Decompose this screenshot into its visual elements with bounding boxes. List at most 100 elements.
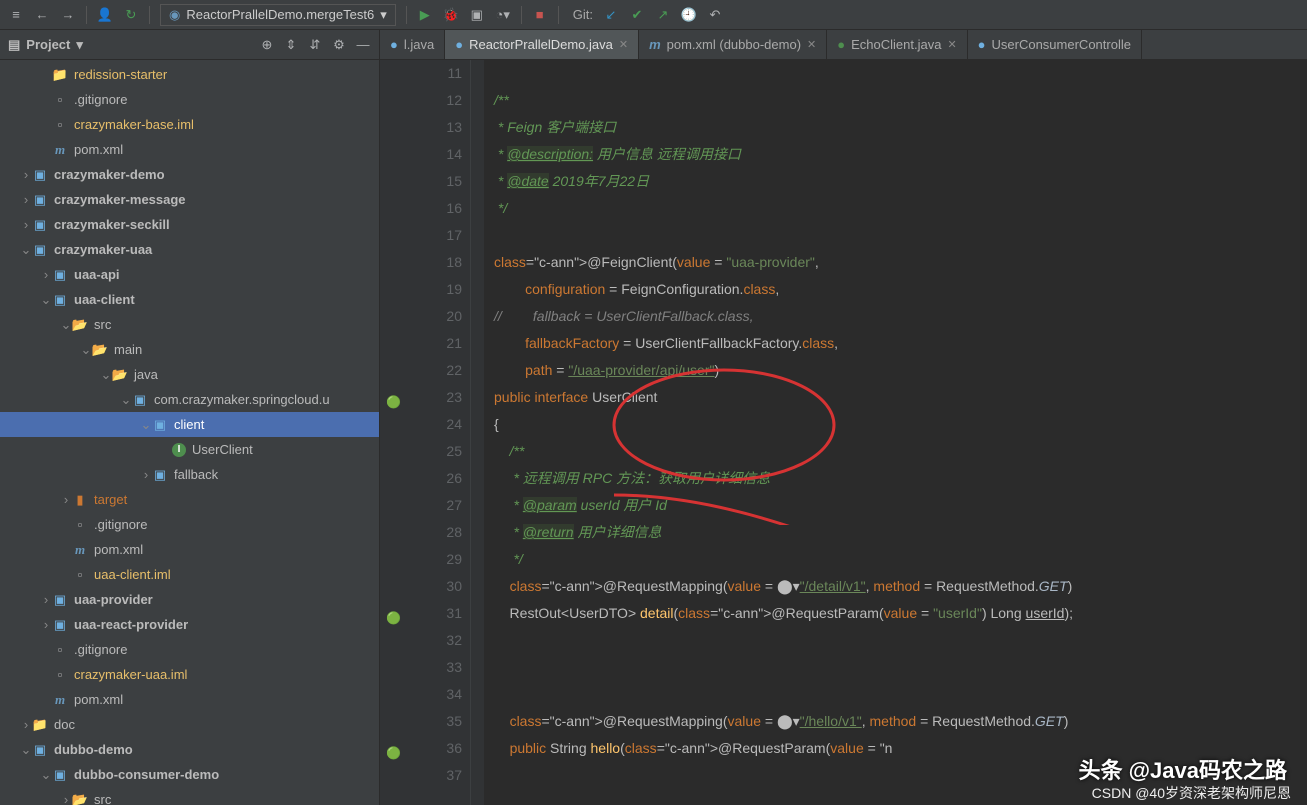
- code-line[interactable]: [494, 222, 1307, 249]
- git-commit-icon[interactable]: ✔: [629, 7, 645, 23]
- line-number[interactable]: 19: [380, 276, 462, 303]
- line-number[interactable]: 33: [380, 654, 462, 681]
- chevron-down-icon[interactable]: ▾: [76, 37, 83, 53]
- back-icon[interactable]: ←: [34, 7, 50, 23]
- tree-item[interactable]: ›📂src: [0, 787, 379, 805]
- tree-item[interactable]: ⌄▣client: [0, 412, 379, 437]
- stop-icon[interactable]: ■: [532, 7, 548, 23]
- chevron-icon[interactable]: ›: [20, 192, 32, 207]
- line-number[interactable]: 26: [380, 465, 462, 492]
- line-number[interactable]: 27: [380, 492, 462, 519]
- editor-tab[interactable]: mpom.xml (dubbo-demo)✕: [639, 30, 827, 59]
- git-history-icon[interactable]: 🕘: [681, 7, 697, 23]
- tree-item[interactable]: ›▣crazymaker-demo: [0, 162, 379, 187]
- line-number[interactable]: 35: [380, 708, 462, 735]
- chevron-icon[interactable]: ›: [60, 792, 72, 805]
- settings-icon[interactable]: ⚙: [331, 37, 347, 53]
- profile-icon[interactable]: ◔▾: [495, 7, 511, 23]
- line-number[interactable]: 18: [380, 249, 462, 276]
- expand-icon[interactable]: ⇕: [283, 37, 299, 53]
- close-icon[interactable]: ✕: [947, 38, 956, 51]
- line-number[interactable]: 29: [380, 546, 462, 573]
- tree-item[interactable]: 📁redission-starter: [0, 62, 379, 87]
- chevron-icon[interactable]: ⌄: [80, 342, 92, 358]
- line-number[interactable]: 15: [380, 168, 462, 195]
- editor-tab[interactable]: ●UserConsumerControlle: [968, 30, 1142, 59]
- tree-item[interactable]: mpom.xml: [0, 537, 379, 562]
- line-gutter[interactable]: 11121314151617181920212223🟢2425262728293…: [380, 60, 470, 805]
- code-line[interactable]: * @param userId 用户 Id: [494, 492, 1307, 519]
- code-line[interactable]: /**: [494, 87, 1307, 114]
- code-content[interactable]: /** * Feign 客户端接口 * @description: 用户信息 远…: [484, 60, 1307, 805]
- tree-item[interactable]: ›▣uaa-react-provider: [0, 612, 379, 637]
- line-number[interactable]: 23🟢: [380, 384, 462, 411]
- line-number[interactable]: 36🟢: [380, 735, 462, 762]
- chevron-icon[interactable]: ›: [20, 217, 32, 232]
- menu-icon[interactable]: ≡: [8, 7, 24, 23]
- chevron-icon[interactable]: ⌄: [120, 392, 132, 408]
- chevron-icon[interactable]: ›: [60, 492, 72, 507]
- code-line[interactable]: */: [494, 195, 1307, 222]
- line-number[interactable]: 11: [380, 60, 462, 87]
- tree-item[interactable]: mpom.xml: [0, 687, 379, 712]
- git-pull-icon[interactable]: ↙: [603, 7, 619, 23]
- line-number[interactable]: 37: [380, 762, 462, 789]
- forward-icon[interactable]: →: [60, 7, 76, 23]
- code-line[interactable]: [494, 654, 1307, 681]
- run-configuration-selector[interactable]: ◉ ReactorPrallelDemo.mergeTest6 ▾: [160, 4, 396, 26]
- tree-item[interactable]: ▫uaa-client.iml: [0, 562, 379, 587]
- tree-item[interactable]: ›▣crazymaker-seckill: [0, 212, 379, 237]
- user-icon[interactable]: 👤: [97, 7, 113, 23]
- line-number[interactable]: 22: [380, 357, 462, 384]
- line-number[interactable]: 28: [380, 519, 462, 546]
- chevron-icon[interactable]: ›: [40, 592, 52, 607]
- code-line[interactable]: {: [494, 411, 1307, 438]
- hide-icon[interactable]: —: [355, 37, 371, 53]
- tree-item[interactable]: IUserClient: [0, 437, 379, 462]
- chevron-icon[interactable]: ›: [140, 467, 152, 482]
- tree-item[interactable]: ›▣uaa-provider: [0, 587, 379, 612]
- tree-item[interactable]: ▫.gitignore: [0, 512, 379, 537]
- code-line[interactable]: * Feign 客户端接口: [494, 114, 1307, 141]
- line-number[interactable]: 16: [380, 195, 462, 222]
- chevron-icon[interactable]: ⌄: [100, 367, 112, 383]
- line-number[interactable]: 20: [380, 303, 462, 330]
- close-icon[interactable]: ✕: [619, 38, 628, 51]
- code-line[interactable]: RestOut<UserDTO> detail(class="c-ann">@R…: [494, 600, 1307, 627]
- chevron-icon[interactable]: ⌄: [140, 417, 152, 433]
- line-number[interactable]: 30: [380, 573, 462, 600]
- run-icon[interactable]: ▶: [417, 7, 433, 23]
- chevron-icon[interactable]: ⌄: [60, 317, 72, 333]
- chevron-icon[interactable]: ›: [20, 717, 32, 732]
- editor-tab[interactable]: ●l.java: [380, 30, 445, 59]
- tree-item[interactable]: ⌄▣dubbo-consumer-demo: [0, 762, 379, 787]
- tree-item[interactable]: ›▣crazymaker-message: [0, 187, 379, 212]
- close-icon[interactable]: ✕: [807, 38, 816, 51]
- code-line[interactable]: */: [494, 546, 1307, 573]
- line-number[interactable]: 17: [380, 222, 462, 249]
- tree-item[interactable]: mpom.xml: [0, 137, 379, 162]
- tree-item[interactable]: ⌄▣dubbo-demo: [0, 737, 379, 762]
- line-number[interactable]: 21: [380, 330, 462, 357]
- code-line[interactable]: [494, 60, 1307, 87]
- chevron-icon[interactable]: ⌄: [40, 292, 52, 308]
- code-line[interactable]: class="c-ann">@RequestMapping(value = ⬤▾…: [494, 708, 1307, 735]
- tree-item[interactable]: ⌄▣crazymaker-uaa: [0, 237, 379, 262]
- code-line[interactable]: path = "/uaa-provider/api/user"): [494, 357, 1307, 384]
- code-line[interactable]: fallbackFactory = UserClientFallbackFact…: [494, 330, 1307, 357]
- line-number[interactable]: 31🟢: [380, 600, 462, 627]
- line-number[interactable]: 34: [380, 681, 462, 708]
- code-line[interactable]: * 远程调用 RPC 方法：获取用户详细信息: [494, 465, 1307, 492]
- code-editor[interactable]: 11121314151617181920212223🟢2425262728293…: [380, 60, 1307, 805]
- code-line[interactable]: * @date 2019年7月22日: [494, 168, 1307, 195]
- debug-icon[interactable]: 🐞: [443, 7, 459, 23]
- chevron-icon[interactable]: ⌄: [20, 242, 32, 258]
- editor-tab[interactable]: ●ReactorPrallelDemo.java✕: [445, 30, 639, 59]
- line-number[interactable]: 14: [380, 141, 462, 168]
- tree-item[interactable]: ›▣uaa-api: [0, 262, 379, 287]
- line-number[interactable]: 12: [380, 87, 462, 114]
- git-push-icon[interactable]: ↗: [655, 7, 671, 23]
- tree-item[interactable]: ▫.gitignore: [0, 87, 379, 112]
- sidebar-title[interactable]: Project: [26, 37, 70, 52]
- tree-item[interactable]: ⌄📂java: [0, 362, 379, 387]
